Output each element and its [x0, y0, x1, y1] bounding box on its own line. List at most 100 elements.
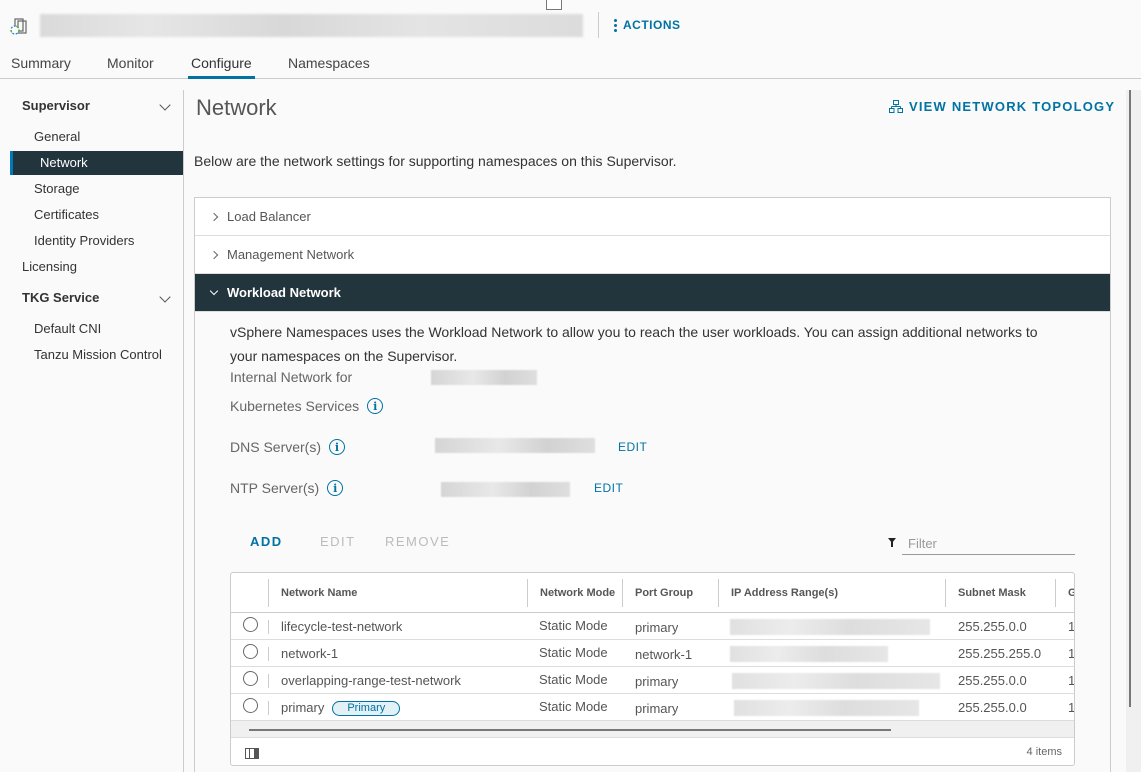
cell-network-mode: Static Mode — [539, 645, 608, 660]
vertical-scrollbar[interactable] — [1126, 90, 1141, 772]
sidebar-group-tkg-service[interactable]: TKG Service — [0, 286, 183, 310]
sidebar-item-general[interactable]: General — [0, 125, 183, 149]
datagrid-footer: 4 items — [231, 739, 1074, 765]
datagrid-header: Network Name Network Mode Port Group IP … — [231, 573, 1074, 613]
page-title: Network — [196, 95, 277, 120]
cell-port-group: primary — [635, 674, 679, 689]
kubernetes-services-label: Kubernetes Services i — [230, 398, 384, 414]
dns-label-text: DNS Server(s) — [230, 439, 322, 455]
internal-network-label-line2: Kubernetes Services — [230, 398, 360, 414]
row-select-radio[interactable] — [243, 671, 258, 686]
column-toggle-icon[interactable] — [245, 748, 259, 759]
object-header: ACTIONS — [0, 0, 1141, 48]
sidebar-group-label: Supervisor — [22, 98, 90, 113]
accordion-load-balancer[interactable]: Load Balancer — [195, 198, 1110, 236]
sidebar-group-label: TKG Service — [22, 290, 100, 305]
edit-dns-button[interactable]: EDIT — [618, 440, 647, 454]
cell-port-group: primary — [635, 701, 679, 716]
actions-label: ACTIONS — [623, 18, 681, 32]
column-header-network-mode[interactable]: Network Mode — [528, 573, 622, 613]
accordion-label: Management Network — [227, 247, 355, 262]
window-control[interactable] — [546, 0, 562, 10]
info-icon[interactable]: i — [327, 480, 344, 496]
edit-ntp-button[interactable]: EDIT — [594, 481, 623, 495]
ntp-servers-label: NTP Server(s) i — [230, 480, 344, 496]
row-select-radio[interactable] — [243, 617, 258, 632]
cell-gateway: 1 — [1068, 619, 1075, 634]
object-title — [40, 14, 583, 37]
column-header-gateway[interactable]: G — [1056, 573, 1074, 613]
cell-network-name: overlapping-range-test-network — [281, 673, 461, 688]
column-header-ip-range[interactable]: IP Address Range(s) — [719, 573, 945, 613]
remove-network-button[interactable]: REMOVE — [385, 534, 450, 549]
view-network-topology-button[interactable]: VIEW NETWORK TOPOLOGY — [889, 99, 1115, 114]
column-header-port-group[interactable]: Port Group — [623, 573, 718, 613]
cell-network-name: primary Primary — [269, 694, 401, 721]
more-vertical-icon — [614, 18, 617, 32]
accordion-label: Workload Network — [227, 285, 341, 300]
cell-subnet-mask: 255.255.0.0 — [958, 700, 1027, 715]
filter-field — [888, 533, 1075, 555]
internal-network-label-line1: Internal Network for — [230, 369, 353, 385]
ntp-label-text: NTP Server(s) — [230, 480, 320, 496]
vertical-scrollbar-thumb[interactable] — [1129, 90, 1131, 707]
horizontal-scrollbar[interactable] — [231, 721, 1074, 738]
sidebar-group-supervisor[interactable]: Supervisor — [0, 94, 183, 118]
table-row[interactable]: overlapping-range-test-network Static Mo… — [231, 667, 1074, 694]
sidebar-item-tanzu-mission-control[interactable]: Tanzu Mission Control — [0, 343, 183, 367]
cell-network-mode: Static Mode — [539, 699, 608, 714]
info-icon[interactable]: i — [329, 439, 346, 455]
sidebar-item-licensing[interactable]: Licensing — [0, 255, 183, 279]
accordion-management-network[interactable]: Management Network — [195, 236, 1110, 274]
configure-sidebar: Supervisor General Network Storage Certi… — [0, 90, 184, 772]
cell-gateway: 1 — [1068, 700, 1075, 715]
internal-network-value — [431, 370, 537, 385]
cell-ip-range — [730, 646, 888, 662]
network-name-text: primary — [281, 700, 325, 715]
supervisor-cluster-icon — [10, 18, 27, 35]
tab-bar: Summary Monitor Configure Namespaces — [0, 50, 1141, 79]
horizontal-scrollbar-thumb[interactable] — [249, 729, 891, 731]
chevron-down-icon — [209, 286, 219, 296]
cell-gateway: 1 — [1068, 646, 1075, 661]
sidebar-item-storage[interactable]: Storage — [0, 177, 183, 201]
tab-summary[interactable]: Summary — [11, 55, 71, 79]
accordion-label: Load Balancer — [227, 209, 311, 224]
intro-text: Below are the network settings for suppo… — [194, 153, 677, 169]
sidebar-item-network[interactable]: Network — [10, 151, 183, 175]
chevron-down-icon — [159, 291, 171, 303]
cell-ip-range — [732, 673, 940, 689]
cell-subnet-mask: 255.255.0.0 — [958, 619, 1027, 634]
actions-button[interactable]: ACTIONS — [614, 18, 681, 32]
add-network-button[interactable]: ADD — [250, 534, 283, 549]
column-header-network-name[interactable]: Network Name — [269, 573, 527, 613]
filter-icon — [888, 538, 896, 547]
tab-monitor[interactable]: Monitor — [107, 55, 154, 79]
chevron-down-icon — [159, 99, 171, 111]
info-icon[interactable]: i — [367, 398, 384, 414]
cell-network-name: lifecycle-test-network — [281, 619, 403, 634]
dns-servers-label: DNS Server(s) i — [230, 439, 346, 455]
cell-port-group: primary — [635, 620, 679, 635]
edit-network-button[interactable]: EDIT — [320, 534, 356, 549]
table-row[interactable]: network-1 Static Mode network-1 255.255.… — [231, 640, 1074, 667]
dns-servers-value — [435, 438, 595, 453]
column-header-subnet-mask[interactable]: Subnet Mask — [946, 573, 1055, 613]
ntp-servers-value — [441, 482, 570, 497]
sidebar-item-identity-providers[interactable]: Identity Providers — [0, 229, 183, 253]
sidebar-item-certificates[interactable]: Certificates — [0, 203, 183, 227]
filter-input[interactable] — [902, 533, 1075, 555]
row-select-radio[interactable] — [243, 698, 258, 713]
accordion-workload-network[interactable]: Workload Network — [195, 274, 1110, 312]
tab-configure[interactable]: Configure — [188, 55, 255, 79]
cell-network-mode: Static Mode — [539, 618, 608, 633]
table-row[interactable]: primary Primary Static Mode primary 255.2… — [231, 694, 1074, 721]
cell-network-name: network-1 — [281, 646, 339, 661]
row-select-radio[interactable] — [243, 644, 258, 659]
table-row[interactable]: lifecycle-test-network Static Mode prima… — [231, 613, 1074, 640]
sidebar-item-default-cni[interactable]: Default CNI — [0, 317, 183, 341]
network-topology-icon — [889, 100, 903, 113]
cell-port-group: network-1 — [635, 647, 693, 662]
cell-ip-range — [730, 619, 930, 635]
tab-namespaces[interactable]: Namespaces — [288, 55, 370, 79]
